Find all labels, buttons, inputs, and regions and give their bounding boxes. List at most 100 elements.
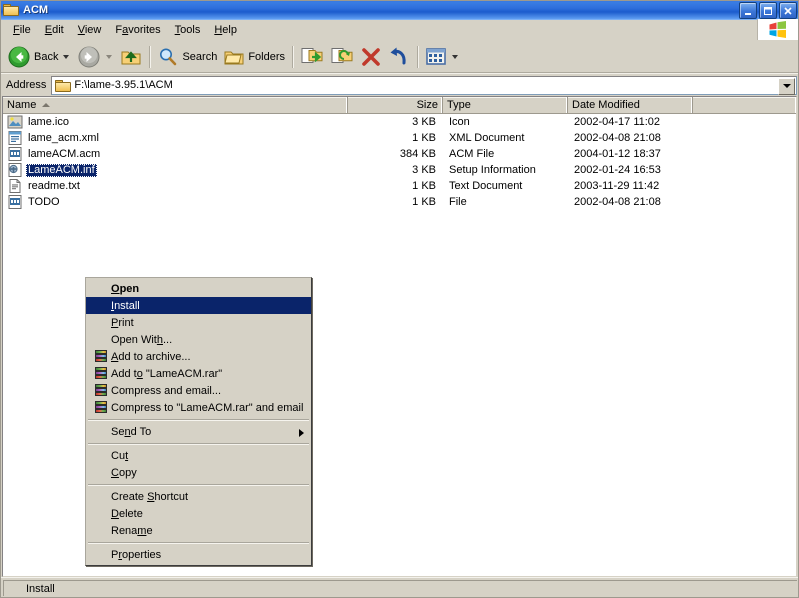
explorer-window: ACM File Edit View Favorites Tools Help [0, 0, 799, 598]
column-header-size[interactable]: Size [348, 97, 443, 113]
table-row[interactable]: lameACM.acm 384 KB ACM File 2004-01-12 1… [3, 146, 796, 162]
table-row[interactable]: lame_acm.xml 1 KB XML Document 2002-04-0… [3, 130, 796, 146]
menu-help[interactable]: Help [207, 22, 244, 39]
file-date-cell: 2003-11-29 11:42 [574, 180, 660, 192]
context-menu-separator [88, 484, 309, 485]
folders-button[interactable]: Folders [220, 44, 288, 70]
forward-dropdown-icon[interactable] [106, 55, 113, 59]
address-value: F:\lame-3.95.1\ACM [74, 79, 173, 91]
file-date-cell: 2002-04-08 21:08 [574, 132, 661, 144]
maximize-button[interactable] [759, 2, 777, 19]
context-menu-separator [88, 443, 309, 444]
undo-button[interactable] [385, 44, 413, 70]
menu-view[interactable]: View [71, 22, 109, 39]
window-controls [739, 2, 797, 19]
search-icon [160, 48, 177, 66]
toolbar-separator [417, 46, 419, 68]
menu-tools[interactable]: Tools [168, 22, 208, 39]
file-size-cell: 3 KB [412, 164, 436, 176]
views-dropdown-icon[interactable] [452, 55, 459, 59]
context-menu-item-create-shortcut[interactable]: Create Shortcut [86, 488, 311, 505]
address-input[interactable]: F:\lame-3.95.1\ACM [51, 75, 797, 95]
arrow-left-green-icon [8, 46, 30, 68]
table-row[interactable]: readme.txt 1 KB Text Document 2003-11-29… [3, 178, 796, 194]
submenu-arrow-icon [299, 429, 304, 437]
file-date-cell: 2004-01-12 18:37 [574, 148, 661, 160]
status-bar: Install [0, 577, 799, 598]
menu-edit[interactable]: Edit [38, 22, 71, 39]
file-name-cell[interactable]: lame.ico [3, 114, 348, 130]
table-row[interactable]: TODO 1 KB File 2002-04-08 21:08 [3, 194, 796, 210]
forward-button[interactable] [74, 44, 117, 70]
context-menu-item-send-to[interactable]: Send To [86, 423, 311, 440]
context-menu-item-open[interactable]: Open [86, 280, 311, 297]
context-menu-item-compress-to-rar-and-email[interactable]: Compress to "LameACM.rar" and email [86, 399, 311, 416]
views-button[interactable] [422, 44, 463, 70]
folder-up-icon [121, 51, 141, 65]
file-name-cell[interactable]: readme.txt [3, 178, 348, 194]
column-header-name[interactable]: Name [3, 97, 348, 113]
up-button[interactable] [117, 44, 145, 70]
copy-to-folder-icon [331, 48, 353, 63]
search-button-label: Search [182, 51, 218, 63]
file-name-label: lame.ico [28, 115, 69, 128]
context-menu-item-compress-and-email[interactable]: Compress and email... [86, 382, 311, 399]
file-size-cell: 3 KB [412, 116, 436, 128]
minimize-button[interactable] [739, 2, 757, 19]
context-menu-item-open-with[interactable]: Open With... [86, 331, 311, 348]
file-type-cell: Setup Information [449, 164, 536, 176]
context-menu-item-add-to-rar[interactable]: Add to "LameACM.rar" [86, 365, 311, 382]
file-name-cell[interactable]: LameACM.inf [3, 162, 348, 178]
search-button[interactable]: Search [154, 44, 220, 70]
context-menu-item-print[interactable]: Print [86, 314, 311, 331]
table-row[interactable]: LameACM.inf 3 KB Setup Information 2002-… [3, 162, 796, 178]
context-menu-item-install[interactable]: Install [86, 297, 311, 314]
file-name-label: LameACM.inf [26, 163, 97, 177]
menu-file[interactable]: File [6, 22, 38, 39]
delete-button[interactable] [357, 44, 385, 70]
context-menu-item-copy[interactable]: Copy [86, 464, 311, 481]
context-menu-label: Compress to "LameACM.rar" and email [111, 401, 304, 414]
file-name-cell[interactable]: lameACM.acm [3, 146, 348, 162]
chevron-down-icon [782, 84, 791, 88]
windows-flag-icon [757, 19, 798, 40]
file-type-cell: XML Document [449, 132, 525, 144]
folder-icon [55, 79, 72, 92]
file-type-cell: Text Document [449, 180, 523, 192]
column-header-type[interactable]: Type [443, 97, 568, 113]
context-menu-item-add-to-archive[interactable]: Add to archive... [86, 348, 311, 365]
file-date-cell: 2002-04-08 21:08 [574, 196, 661, 208]
file-name-label: lame_acm.xml [28, 131, 99, 144]
toolbar-divider [0, 72, 799, 73]
context-menu: Open Install Print Open With... Add to a… [85, 277, 312, 566]
context-menu-item-rename[interactable]: Rename [86, 522, 311, 539]
file-date-cell: 2002-04-17 11:02 [574, 116, 661, 128]
table-row[interactable]: lame.ico 3 KB Icon 2002-04-17 11:02 [3, 114, 796, 130]
back-dropdown-icon[interactable] [63, 55, 70, 59]
context-menu-item-cut[interactable]: Cut [86, 447, 311, 464]
column-header-date[interactable]: Date Modified [568, 97, 693, 113]
address-label: Address [6, 79, 47, 91]
context-menu-item-properties[interactable]: Properties [86, 546, 311, 563]
file-name-cell[interactable]: lame_acm.xml [3, 130, 348, 146]
copy-to-button[interactable] [327, 44, 357, 70]
winrar-icon [91, 384, 111, 397]
address-bar: Address F:\lame-3.95.1\ACM [0, 74, 799, 96]
back-button[interactable]: Back [4, 44, 74, 70]
context-menu-separator [88, 419, 309, 420]
context-menu-item-delete[interactable]: Delete [86, 505, 311, 522]
menu-favorites[interactable]: Favorites [108, 22, 167, 39]
address-dropdown-button[interactable] [778, 77, 795, 95]
inf-file-icon [7, 162, 23, 178]
file-name-cell[interactable]: TODO [3, 194, 348, 210]
context-menu-separator [88, 542, 309, 543]
title-bar: ACM [0, 0, 799, 20]
file-name-label: TODO [28, 195, 60, 208]
views-icon [426, 48, 446, 65]
close-button[interactable] [779, 2, 797, 19]
folders-button-label: Folders [248, 51, 286, 63]
file-type-cell: File [449, 196, 467, 208]
file-name-label: readme.txt [28, 179, 80, 192]
winrar-icon [91, 350, 111, 363]
move-to-button[interactable] [297, 44, 327, 70]
